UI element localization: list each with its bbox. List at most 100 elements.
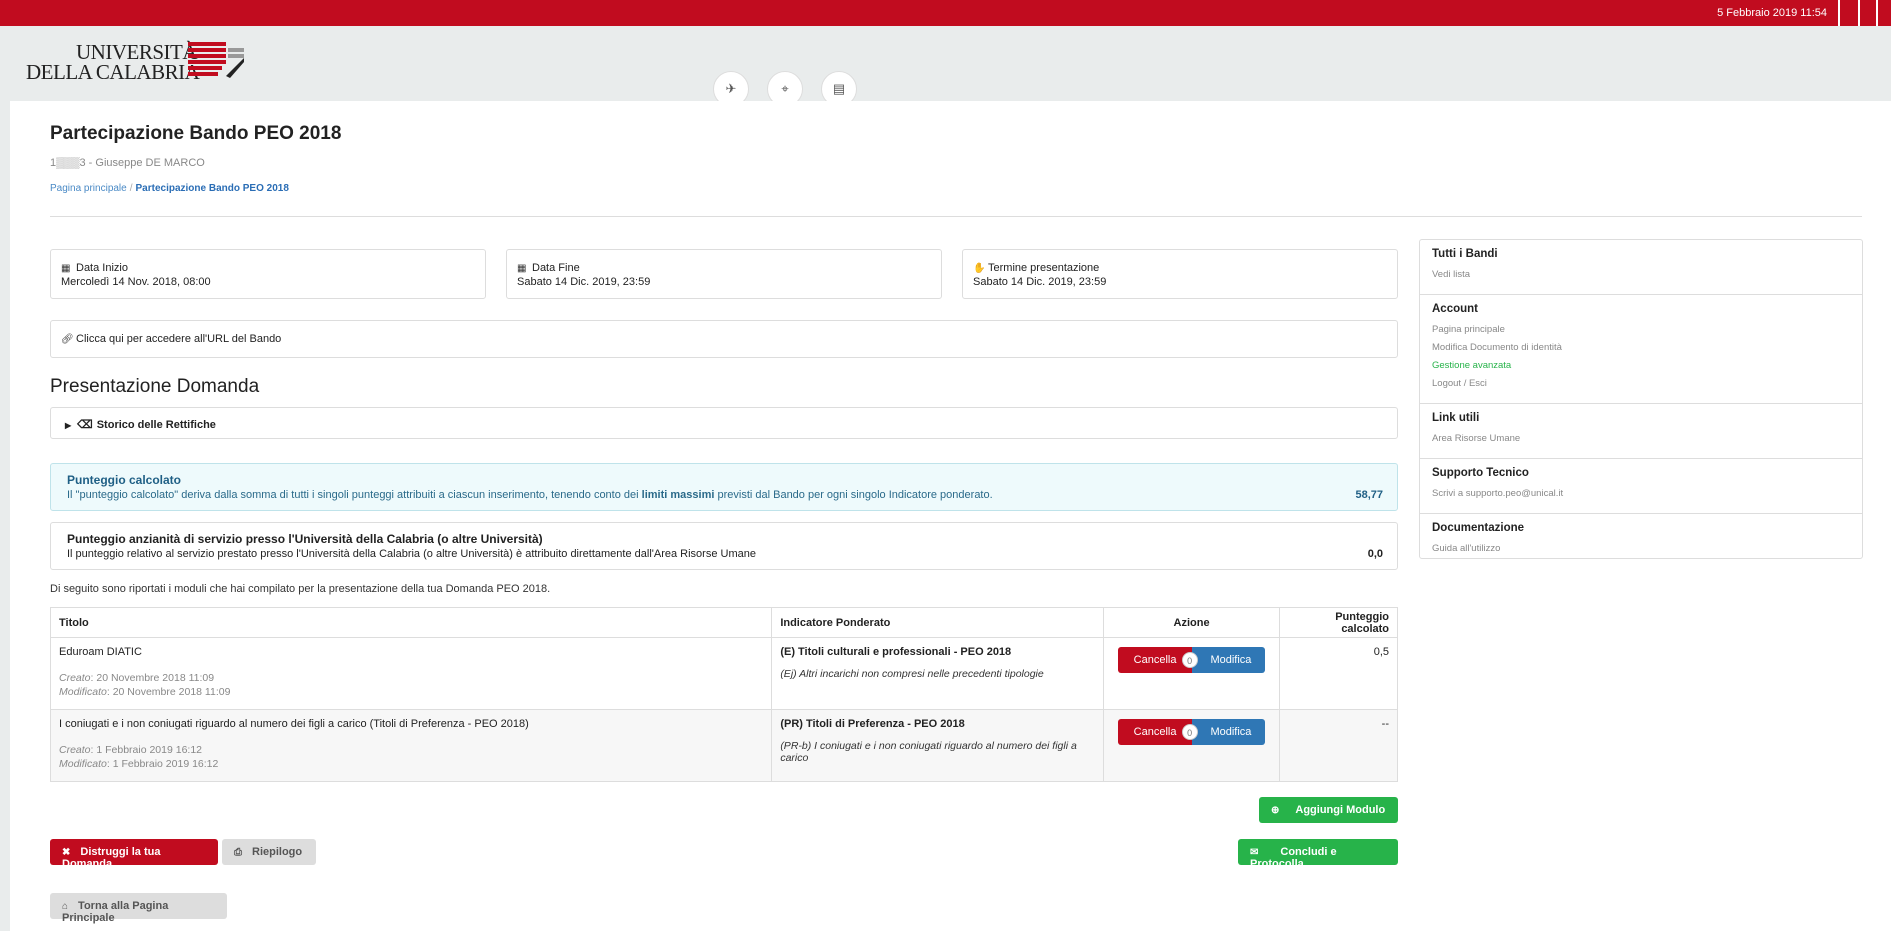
storico-label: Storico delle Rettifiche xyxy=(96,419,216,431)
sidebar-item-logout[interactable]: Logout / Esci xyxy=(1432,378,1850,389)
add-module-button[interactable]: ⊕ Aggiungi Modulo xyxy=(1259,797,1398,823)
modules-table: Titolo Indicatore Ponderato Azione Punte… xyxy=(49,607,1398,782)
print-icon: ⎙ xyxy=(234,847,242,858)
sidebar-item-advanced[interactable]: Gestione avanzata xyxy=(1432,360,1850,371)
table-header-row: Titolo Indicatore Ponderato Azione Punte… xyxy=(49,607,1398,638)
sidebar-heading: Link utili xyxy=(1432,412,1480,424)
summary-button[interactable]: ⎙ Riepilogo xyxy=(222,839,316,865)
summary-label: Riepilogo xyxy=(252,846,303,858)
end-date-label: Data Fine xyxy=(532,262,580,274)
table-row: I coniugati e i non coniugati riguardo a… xyxy=(49,709,1398,782)
modified-value: : 1 Febbraio 2019 16:12 xyxy=(106,758,219,770)
university-logo[interactable]: UNIVERSITÀ DELLA CALABRIA xyxy=(26,38,246,86)
start-date-value: Mercoledì 14 Nov. 2018, 08:00 xyxy=(61,276,211,288)
sidebar-item-home[interactable]: Pagina principale xyxy=(1432,324,1850,335)
modified-label: Modificato xyxy=(59,758,107,770)
sidebar-heading: Account xyxy=(1432,303,1478,315)
sidebar-item-support-email[interactable]: Scrivi a supporto.peo@unical.it xyxy=(1432,488,1850,499)
sidebar-item-hr-area[interactable]: Area Risorse Umane xyxy=(1432,433,1850,444)
sub-indicator: (Ej) Altri incarichi non compresi nelle … xyxy=(780,668,1044,680)
end-date-value: Sabato 14 Dic. 2019, 23:59 xyxy=(517,276,651,288)
breadcrumb-home-link[interactable]: Pagina principale xyxy=(50,183,127,194)
created-meta: Creato: 20 Novembre 2018 11:09 xyxy=(59,672,763,684)
sidebar: Tutti i Bandi Vedi lista Account Pagina … xyxy=(1419,239,1863,559)
calendar-icon: ▦ xyxy=(61,263,71,274)
deadline-value: Sabato 14 Dic. 2019, 23:59 xyxy=(973,276,1107,288)
modified-label: Modificato xyxy=(59,686,107,698)
row-score: 0,5 xyxy=(1279,637,1398,710)
edit-button[interactable]: Modifica xyxy=(1192,719,1266,745)
sidebar-group-bandi: Tutti i Bandi Vedi lista xyxy=(1420,240,1862,295)
indicator-title: (E) Titoli culturali e professionali - P… xyxy=(780,646,1012,658)
home-icon: ⌂ xyxy=(62,901,69,912)
conclude-protocol-button[interactable]: ✉ Concludi e Protocolla xyxy=(1238,839,1398,870)
add-module-label: Aggiungi Modulo xyxy=(1295,804,1386,816)
back-home-button[interactable]: ⌂ Torna alla Pagina Principale xyxy=(50,893,227,924)
sub-indicator: (PR-b) I coniugati e i non coniugati rig… xyxy=(780,740,1077,764)
sidebar-heading: Tutti i Bandi xyxy=(1432,248,1498,260)
sidebar-group-account: Account Pagina principale Modifica Docum… xyxy=(1420,295,1862,404)
user-identity: 1▒▒▒3 - Giuseppe DE MARCO xyxy=(50,157,205,169)
start-date-label: Data Inizio xyxy=(76,262,128,274)
eraser-icon: ⌫ xyxy=(77,419,93,431)
table-row: Eduroam DIATIC Creato: 20 Novembre 2018 … xyxy=(49,637,1398,710)
count-badge: 0 xyxy=(1181,724,1198,740)
indicator-title: (PR) Titoli di Preferenza - PEO 2018 xyxy=(780,718,965,730)
back-home-label: Torna alla Pagina Principale xyxy=(62,900,169,924)
created-label: Creato xyxy=(59,744,91,756)
sidebar-heading: Supporto Tecnico xyxy=(1432,467,1529,479)
edit-button[interactable]: Modifica xyxy=(1192,647,1266,673)
sidebar-group-links: Link utili Area Risorse Umane xyxy=(1420,404,1862,459)
row-actions: Cancella 0 Modifica xyxy=(1117,719,1266,745)
column-header-title: Titolo xyxy=(49,607,773,638)
calculated-score-title: Punteggio calcolato xyxy=(67,473,182,487)
created-meta: Creato: 1 Febbraio 2019 16:12 xyxy=(59,744,763,756)
calendar-icon: ▦ xyxy=(517,263,527,274)
hand-icon: ✋ xyxy=(973,263,986,274)
score-text-bold: limiti massimi xyxy=(641,489,715,501)
sidebar-group-docs: Documentazione Guida all'utilizzo xyxy=(1420,514,1862,568)
service-score-value: 0,0 xyxy=(1367,548,1383,560)
start-date-box: ▦ Data Inizio Mercoledì 14 Nov. 2018, 08:… xyxy=(50,249,486,299)
deadline-box: ✋ Termine presentazione Sabato 14 Dic. 20… xyxy=(962,249,1398,299)
row-score: -- xyxy=(1279,709,1398,782)
service-score-title: Punteggio anzianità di servizio presso l… xyxy=(67,532,543,546)
destroy-application-button[interactable]: ✖ Distruggi la tua Domanda xyxy=(50,839,218,870)
created-label: Creato xyxy=(59,672,91,684)
calculated-score-panel: Punteggio calcolato Il "punteggio calcol… xyxy=(50,463,1398,511)
envelope-icon: ✉ xyxy=(1250,847,1259,858)
modified-meta: Modificato: 1 Febbraio 2019 16:12 xyxy=(59,758,763,770)
conclude-label: Concludi e Protocolla xyxy=(1250,846,1337,870)
divider xyxy=(50,216,1862,217)
bando-url-label: Clicca qui per accedere all'URL del Band… xyxy=(76,333,282,345)
column-header-indicator: Indicatore Ponderato xyxy=(771,607,1105,638)
modified-meta: Modificato: 20 Novembre 2018 11:09 xyxy=(59,686,763,698)
score-text-part: Il "punteggio calcolato" deriva dalla so… xyxy=(67,489,642,501)
column-header-score: Punteggio calcolato xyxy=(1279,607,1398,638)
module-title: Eduroam DIATIC xyxy=(59,646,142,658)
plus-circle-icon: ⊕ xyxy=(1271,805,1280,816)
created-value: : 1 Febbraio 2019 16:12 xyxy=(90,744,203,756)
end-date-box: ▦ Data Fine Sabato 14 Dic. 2019, 23:59 xyxy=(506,249,942,299)
section-title: Presentazione Domanda xyxy=(50,376,260,397)
close-icon: ✖ xyxy=(62,847,71,858)
bando-url-link[interactable]: 🔗︎ Clicca qui per accedere all'URL del Ba… xyxy=(50,320,1398,358)
sidebar-item-vedi-lista[interactable]: Vedi lista xyxy=(1432,269,1850,280)
topbar-divider xyxy=(1876,0,1878,26)
service-score-description: Il punteggio relativo al servizio presta… xyxy=(67,548,756,560)
sidebar-item-id-document[interactable]: Modifica Documento di identità xyxy=(1432,342,1850,353)
sidebar-heading: Documentazione xyxy=(1432,522,1525,534)
destroy-label: Distruggi la tua Domanda xyxy=(62,846,161,870)
site-header: UNIVERSITÀ DELLA CALABRIA ✈ ⌖ ▤ xyxy=(0,26,1891,107)
current-datetime: 5 Febbraio 2019 11:54 xyxy=(1717,7,1827,19)
deadline-label: Termine presentazione xyxy=(988,262,1100,274)
modified-value: : 20 Novembre 2018 11:09 xyxy=(106,686,231,698)
storico-rettifiche-toggle[interactable]: ▶ ⌫ Storico delle Rettifiche xyxy=(50,407,1398,439)
row-actions: Cancella 0 Modifica xyxy=(1117,647,1266,673)
caret-right-icon: ▶ xyxy=(65,421,72,430)
sidebar-item-guide[interactable]: Guida all'utilizzo xyxy=(1432,543,1850,554)
sidebar-group-support: Supporto Tecnico Scrivi a supporto.peo@u… xyxy=(1420,459,1862,514)
calculated-score-description: Il "punteggio calcolato" deriva dalla so… xyxy=(67,489,1381,501)
breadcrumb-current: Partecipazione Bando PEO 2018 xyxy=(135,183,289,194)
breadcrumb: Pagina principale / Partecipazione Bando P… xyxy=(50,183,289,194)
